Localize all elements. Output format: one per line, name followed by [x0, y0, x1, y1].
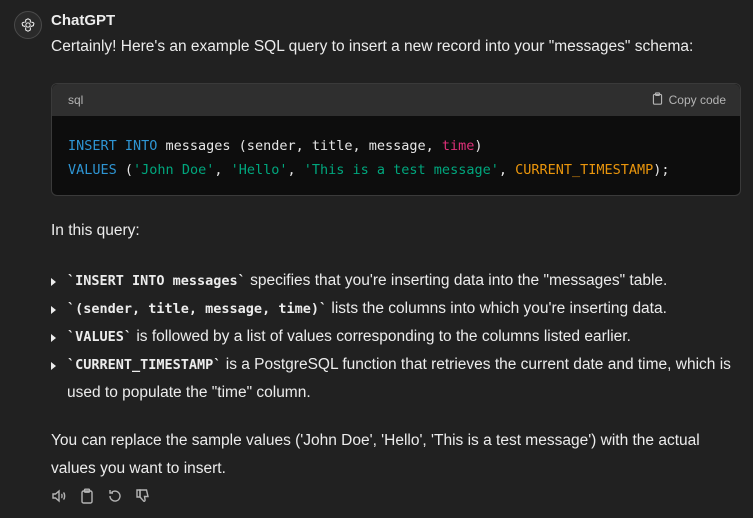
bullet-icon: [51, 306, 56, 314]
list-item-text: is followed by a list of values correspo…: [132, 328, 631, 345]
copy-code-button[interactable]: Copy code: [651, 92, 726, 108]
list-item: `CURRENT_TIMESTAMP` is a PostgreSQL func…: [51, 351, 751, 407]
list-item-text: specifies that you're inserting data int…: [245, 272, 668, 289]
code-text: ,: [214, 162, 231, 178]
regenerate-icon[interactable]: [107, 488, 123, 504]
inline-code: `VALUES`: [67, 329, 133, 345]
chatgpt-logo-icon: [14, 11, 42, 39]
code-string: 'John Doe': [133, 162, 215, 178]
code-keyword: VALUES: [68, 162, 117, 178]
copy-code-label: Copy code: [668, 93, 726, 107]
code-function: CURRENT_TIMESTAMP: [515, 162, 654, 178]
code-text: messages (sender, title, message,: [157, 138, 442, 154]
inline-code: `INSERT INTO messages`: [67, 273, 246, 289]
code-text: );: [653, 162, 670, 178]
code-text: ,: [498, 162, 516, 178]
bullet-icon: [51, 362, 56, 370]
code-content[interactable]: INSERT INTO messages (sender, title, mes…: [52, 116, 740, 182]
code-string: 'This is a test message': [303, 162, 499, 178]
inline-code: `CURRENT_TIMESTAMP`: [67, 357, 222, 373]
message-actions: [51, 488, 151, 504]
code-language: sql: [68, 93, 84, 107]
copy-icon[interactable]: [79, 488, 95, 504]
list-item-text: lists the columns into which you're inse…: [327, 300, 667, 317]
explanation-list: `INSERT INTO messages` specifies that yo…: [51, 267, 751, 407]
code-line-2: VALUES ('John Doe', 'Hello', 'This is a …: [68, 158, 724, 182]
code-string: 'Hello': [230, 162, 288, 178]
thumbs-down-icon[interactable]: [135, 488, 151, 504]
inline-code: `(sender, title, message, time)`: [67, 301, 328, 317]
intro-text: Certainly! Here's an example SQL query t…: [51, 38, 694, 55]
clipboard-icon: [651, 92, 664, 108]
code-line-1: INSERT INTO messages (sender, title, mes…: [68, 134, 724, 158]
code-keyword: INSERT INTO: [68, 138, 158, 154]
speaker-icon[interactable]: [51, 488, 67, 504]
code-text: ): [474, 138, 483, 154]
sender-name: ChatGPT: [51, 12, 116, 29]
code-header: sql Copy code: [52, 84, 740, 116]
code-text: ,: [287, 162, 304, 178]
code-text: (: [116, 162, 134, 178]
code-block: sql Copy code INSERT INTO messages (send…: [51, 83, 741, 196]
list-item: `(sender, title, message, time)` lists t…: [51, 295, 751, 323]
bullet-icon: [51, 278, 56, 286]
query-heading: In this query:: [51, 222, 140, 239]
outro-text: You can replace the sample values ('John…: [51, 432, 700, 477]
bullet-icon: [51, 334, 56, 342]
code-column-time: time: [441, 138, 475, 154]
list-item: `VALUES` is followed by a list of values…: [51, 323, 751, 351]
list-item: `INSERT INTO messages` specifies that yo…: [51, 267, 751, 295]
